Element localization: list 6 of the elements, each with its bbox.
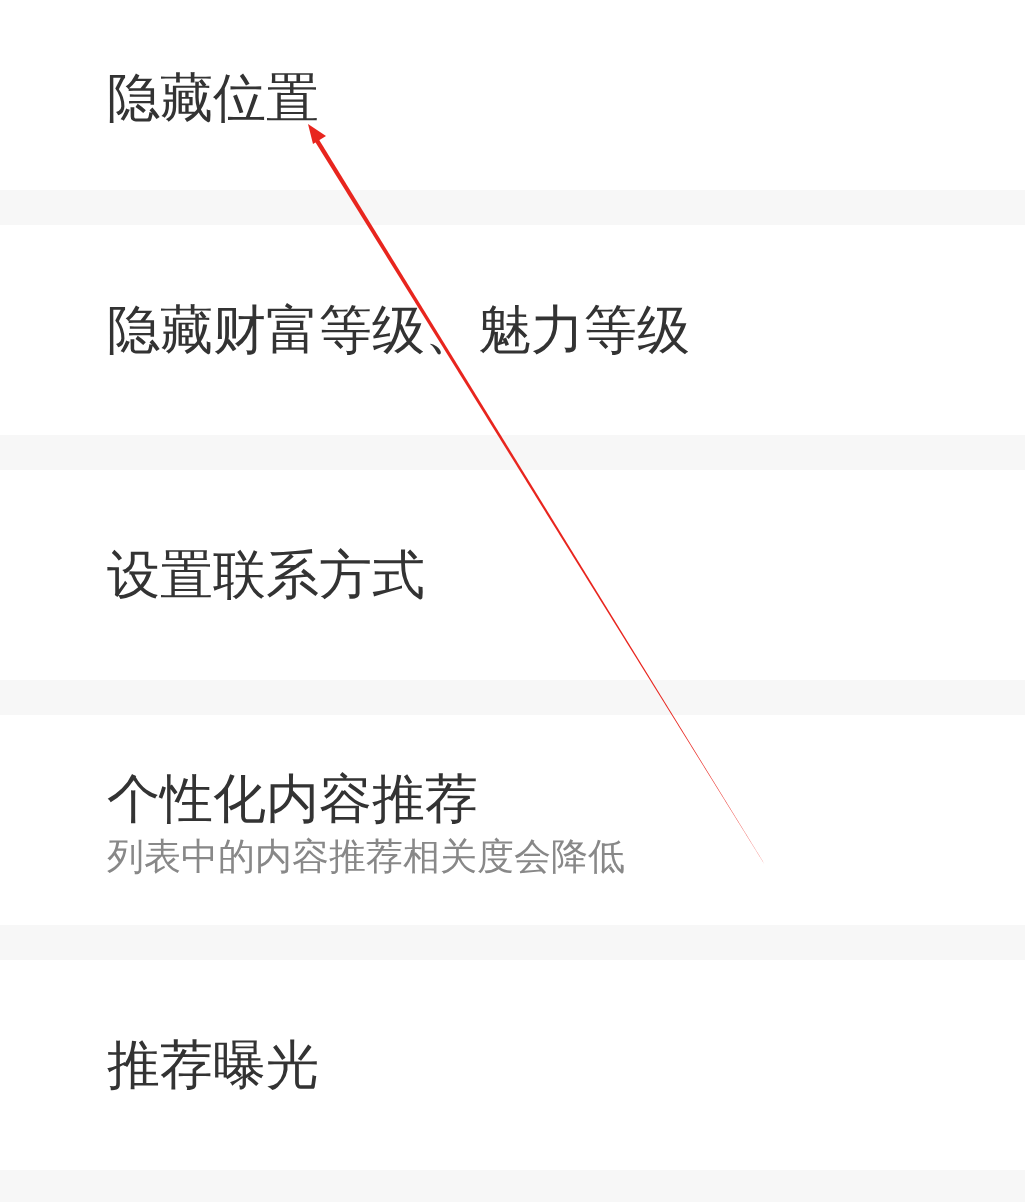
- item-title: 隐藏财富等级、魅力等级: [107, 298, 690, 362]
- item-title: 推荐曝光: [107, 1033, 319, 1097]
- item-description: 列表中的内容推荐相关度会降低: [107, 834, 625, 879]
- item-title: 隐藏位置: [107, 66, 319, 130]
- item-title: 个性化内容推荐: [107, 767, 478, 831]
- item-title: 设置联系方式: [107, 543, 425, 607]
